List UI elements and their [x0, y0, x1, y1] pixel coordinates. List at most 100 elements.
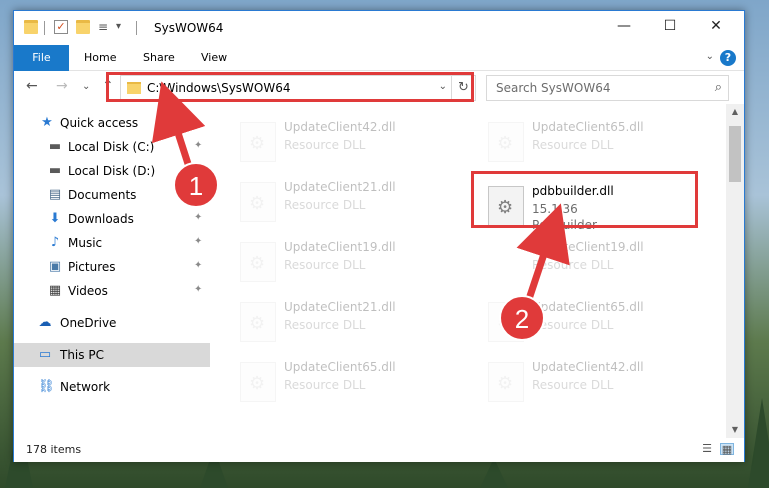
- sidebar-item-local-disk-d[interactable]: ▬ Local Disk (D:): [14, 159, 210, 183]
- drive-icon: ▬: [48, 163, 62, 178]
- file-tile[interactable]: ⚙ UpdateClient21.dll Resource DLL: [240, 300, 460, 358]
- pictures-icon: ▣: [48, 259, 62, 274]
- pin-icon: ✦: [194, 284, 203, 295]
- sidebar-item-label: Network: [60, 380, 111, 394]
- file-tile[interactable]: UpdateClient19.dll Resource DLL: [488, 240, 708, 298]
- pc-icon: ▭: [38, 347, 52, 362]
- tree-shape: [748, 398, 769, 488]
- close-button[interactable]: ✕: [693, 11, 739, 41]
- dll-file-icon: ⚙: [488, 362, 524, 402]
- sidebar-item-label: Quick access: [60, 116, 139, 130]
- dll-file-icon: ⚙: [240, 362, 276, 402]
- dll-file-icon: ⚙: [240, 122, 276, 162]
- folder-icon: [24, 20, 38, 34]
- file-description: Resource DLL: [532, 318, 614, 332]
- quick-access-toolbar-dropdown-icon[interactable]: ▾: [116, 20, 130, 34]
- dll-file-icon: ⚙: [240, 242, 276, 282]
- sidebar-item-this-pc[interactable]: ▭ This PC: [14, 343, 210, 367]
- network-icon: ⛓: [38, 379, 55, 394]
- title-bar: ✓ ≡ ▾ SysWOW64 — ☐ ✕: [14, 11, 744, 45]
- sidebar-item-downloads[interactable]: ⬇ Downloads ✦: [14, 207, 210, 231]
- tree-shape: [480, 458, 508, 488]
- sidebar-item-videos[interactable]: ▦ Videos ✦: [14, 279, 210, 303]
- vertical-scrollbar[interactable]: ▲ ▼: [726, 104, 744, 438]
- search-input[interactable]: Search SysWOW64 ⌕: [486, 75, 729, 101]
- sidebar-item-label: Pictures: [68, 260, 116, 274]
- documents-icon: ▤: [48, 187, 62, 202]
- file-description: Resource DLL: [284, 138, 366, 152]
- address-bar-highlight: [106, 72, 474, 102]
- dll-file-icon: ⚙: [240, 182, 276, 222]
- maximize-button[interactable]: ☐: [647, 11, 693, 41]
- pin-icon: ✦: [194, 140, 203, 151]
- sidebar-item-label: Local Disk (C:): [68, 140, 155, 154]
- scroll-up-button[interactable]: ▲: [726, 104, 744, 120]
- dll-file-icon: ⚙: [240, 302, 276, 342]
- gear-icon: ⚙: [249, 253, 266, 274]
- sidebar-item-documents[interactable]: ▤ Documents: [14, 183, 210, 207]
- item-count: 178 items: [26, 443, 82, 456]
- file-name: UpdateClient19.dll: [284, 240, 396, 254]
- tiles-view-button[interactable]: ▦: [720, 443, 734, 456]
- file-tile[interactable]: ⚙ UpdateClient21.dll Resource DLL: [240, 180, 460, 238]
- new-folder-icon[interactable]: [76, 20, 90, 34]
- scroll-down-button[interactable]: ▼: [726, 422, 744, 438]
- expand-ribbon-icon[interactable]: ⌄: [706, 51, 714, 62]
- file-tile[interactable]: ⚙ UpdateClient65.dll Resource DLL: [240, 360, 460, 418]
- file-name: UpdateClient65.dll: [532, 120, 644, 134]
- file-name: UpdateClient21.dll: [284, 180, 396, 194]
- pin-icon: ✦: [194, 236, 203, 247]
- divider: [44, 21, 45, 35]
- file-tile[interactable]: ⚙ UpdateClient42.dll Resource DLL: [240, 120, 460, 178]
- sidebar-item-local-disk-c[interactable]: ▬ Local Disk (C:) ✦: [14, 135, 210, 159]
- file-name: UpdateClient42.dll: [532, 360, 644, 374]
- scroll-thumb[interactable]: [729, 126, 741, 182]
- tab-file[interactable]: File: [14, 45, 69, 71]
- file-highlight: [471, 171, 698, 228]
- file-name: UpdateClient19.dll: [532, 240, 644, 254]
- status-bar: 178 items ☰ ▦: [14, 438, 744, 462]
- sidebar-item-label: OneDrive: [60, 316, 117, 330]
- sidebar-item-label: Videos: [68, 284, 108, 298]
- rename-icon[interactable]: ≡: [98, 20, 112, 34]
- gear-icon: ⚙: [249, 313, 266, 334]
- file-description: Resource DLL: [532, 378, 614, 392]
- file-tile[interactable]: ⚙ UpdateClient42.dll Resource DLL: [488, 360, 708, 418]
- download-icon: ⬇: [49, 211, 61, 226]
- search-icon[interactable]: ⌕: [715, 80, 722, 95]
- sidebar-item-quick-access[interactable]: ★ Quick access: [14, 111, 210, 135]
- file-name: UpdateClient21.dll: [284, 300, 396, 314]
- file-tile[interactable]: ⚙ UpdateClient19.dll Resource DLL: [240, 240, 460, 298]
- videos-icon: ▦: [48, 283, 62, 298]
- drive-windows-icon: ▬: [48, 139, 62, 154]
- tab-home[interactable]: Home: [84, 45, 116, 71]
- gear-icon: ⚙: [497, 373, 514, 394]
- recent-locations-button[interactable]: ⌄: [82, 81, 90, 92]
- sidebar-item-music[interactable]: ♪ Music ✦: [14, 231, 210, 255]
- gear-icon: ⚙: [249, 133, 266, 154]
- file-tile[interactable]: ⚙ UpdateClient65.dll Resource DLL: [488, 120, 708, 178]
- sidebar-item-pictures[interactable]: ▣ Pictures ✦: [14, 255, 210, 279]
- properties-icon[interactable]: ✓: [54, 20, 68, 34]
- navigation-pane: ★ Quick access ▬ Local Disk (C:) ✦ ▬ Loc…: [14, 104, 210, 438]
- tab-share[interactable]: Share: [143, 45, 175, 71]
- file-description: Resource DLL: [532, 258, 614, 272]
- ribbon-tabs: File Home Share View ⌄ ?: [14, 45, 744, 71]
- tab-view[interactable]: View: [201, 45, 227, 71]
- onedrive-icon: ☁: [38, 315, 52, 330]
- sidebar-item-label: Local Disk (D:): [68, 164, 156, 178]
- dll-file-icon: ⚙: [488, 302, 524, 342]
- search-placeholder: Search SysWOW64: [496, 81, 611, 95]
- back-button[interactable]: ←: [26, 78, 38, 94]
- gear-icon: ⚙: [497, 313, 514, 334]
- file-tile[interactable]: ⚙ UpdateClient65.dll Resource DLL: [488, 300, 708, 358]
- file-name: UpdateClient65.dll: [284, 360, 396, 374]
- dll-file-icon: ⚙: [488, 122, 524, 162]
- details-view-button[interactable]: ☰: [700, 443, 714, 455]
- help-icon[interactable]: ?: [720, 50, 736, 66]
- pin-icon: ✦: [194, 212, 203, 223]
- forward-button[interactable]: →: [56, 78, 68, 94]
- sidebar-item-onedrive[interactable]: ☁ OneDrive: [14, 311, 210, 335]
- sidebar-item-network[interactable]: ⛓ Network: [14, 375, 210, 399]
- minimize-button[interactable]: —: [601, 11, 647, 41]
